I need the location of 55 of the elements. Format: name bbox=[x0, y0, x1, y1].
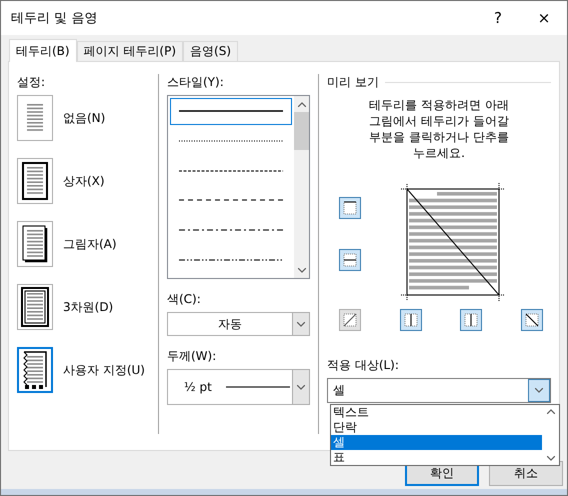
setting-button[interactable] bbox=[17, 284, 53, 330]
color-dropdown[interactable]: 자동 bbox=[167, 312, 310, 336]
scroll-up-icon bbox=[546, 409, 554, 414]
color-label: 색(C): bbox=[167, 291, 202, 308]
scroll-up-icon bbox=[298, 102, 306, 106]
border-toggle-button[interactable] bbox=[339, 309, 361, 331]
window-title: 테두리 및 음영 bbox=[11, 10, 98, 27]
setting-button[interactable] bbox=[17, 158, 53, 204]
preview-heading: 미리 보기 bbox=[327, 74, 379, 91]
line-sample-icon bbox=[179, 110, 283, 112]
line-sample-icon bbox=[179, 229, 283, 232]
chevron-down-icon bbox=[535, 388, 543, 393]
style-list[interactable] bbox=[167, 95, 310, 279]
settings-label: 설정: bbox=[17, 74, 46, 91]
style-label: 스타일(Y): bbox=[167, 74, 225, 91]
setting-label: 그림자(A) bbox=[63, 236, 117, 252]
preview-instructions: 테두리를 적용하려면 아래 그림에서 테두리가 들어갈 부분을 클릭하거나 단추를 누르세요. bbox=[368, 97, 510, 161]
setting-label: 없음(N) bbox=[63, 110, 106, 126]
line-sample-icon bbox=[226, 386, 290, 388]
page-border-icon bbox=[19, 286, 51, 328]
line-sample-icon bbox=[179, 140, 283, 142]
dropdown-button[interactable] bbox=[528, 379, 550, 402]
border-toggle-button[interactable] bbox=[520, 309, 543, 331]
border-toggle-button[interactable] bbox=[339, 197, 361, 219]
border-toggle-button[interactable] bbox=[339, 249, 361, 271]
scrollbar[interactable] bbox=[294, 96, 309, 278]
tab[interactable]: 음영(S) bbox=[183, 41, 238, 61]
width-dropdown[interactable]: ½ pt bbox=[167, 369, 310, 405]
line-style-option[interactable] bbox=[170, 98, 292, 125]
setting-label: 3차원(D) bbox=[63, 298, 114, 316]
setting-button[interactable] bbox=[17, 221, 53, 267]
setting-label: 상자(X) bbox=[63, 172, 105, 190]
border-toggle-button[interactable] bbox=[460, 309, 482, 331]
border-toggle-button[interactable] bbox=[400, 309, 422, 331]
line-sample-icon bbox=[179, 170, 283, 172]
border-line-icon bbox=[341, 311, 359, 329]
line-sample-icon bbox=[179, 258, 283, 261]
border-line-icon bbox=[522, 311, 541, 329]
line-sample-icon bbox=[179, 199, 283, 202]
apply-to-dropdown[interactable]: 셀 bbox=[327, 378, 551, 403]
scroll-down-icon bbox=[546, 456, 554, 461]
table-preview-drawing[interactable] bbox=[401, 183, 505, 301]
chevron-down-icon bbox=[297, 322, 305, 326]
scroll-down-icon bbox=[298, 268, 306, 272]
tab[interactable]: 테두리(B) bbox=[9, 39, 77, 62]
apply-to-label: 적용 대상(L): bbox=[327, 357, 400, 374]
setting-label: 사용자 지정(U) bbox=[63, 362, 145, 378]
chevron-down-icon bbox=[297, 384, 305, 390]
width-label: 두께(W): bbox=[167, 348, 218, 365]
page-border-icon bbox=[19, 160, 51, 202]
tab[interactable]: 페이지 테두리(P) bbox=[76, 41, 184, 61]
scroll-thumb[interactable] bbox=[294, 112, 309, 150]
dropdown-option[interactable]: 셀 bbox=[331, 435, 542, 450]
setting-button[interactable] bbox=[17, 347, 53, 393]
dropdown-button[interactable] bbox=[292, 313, 309, 335]
